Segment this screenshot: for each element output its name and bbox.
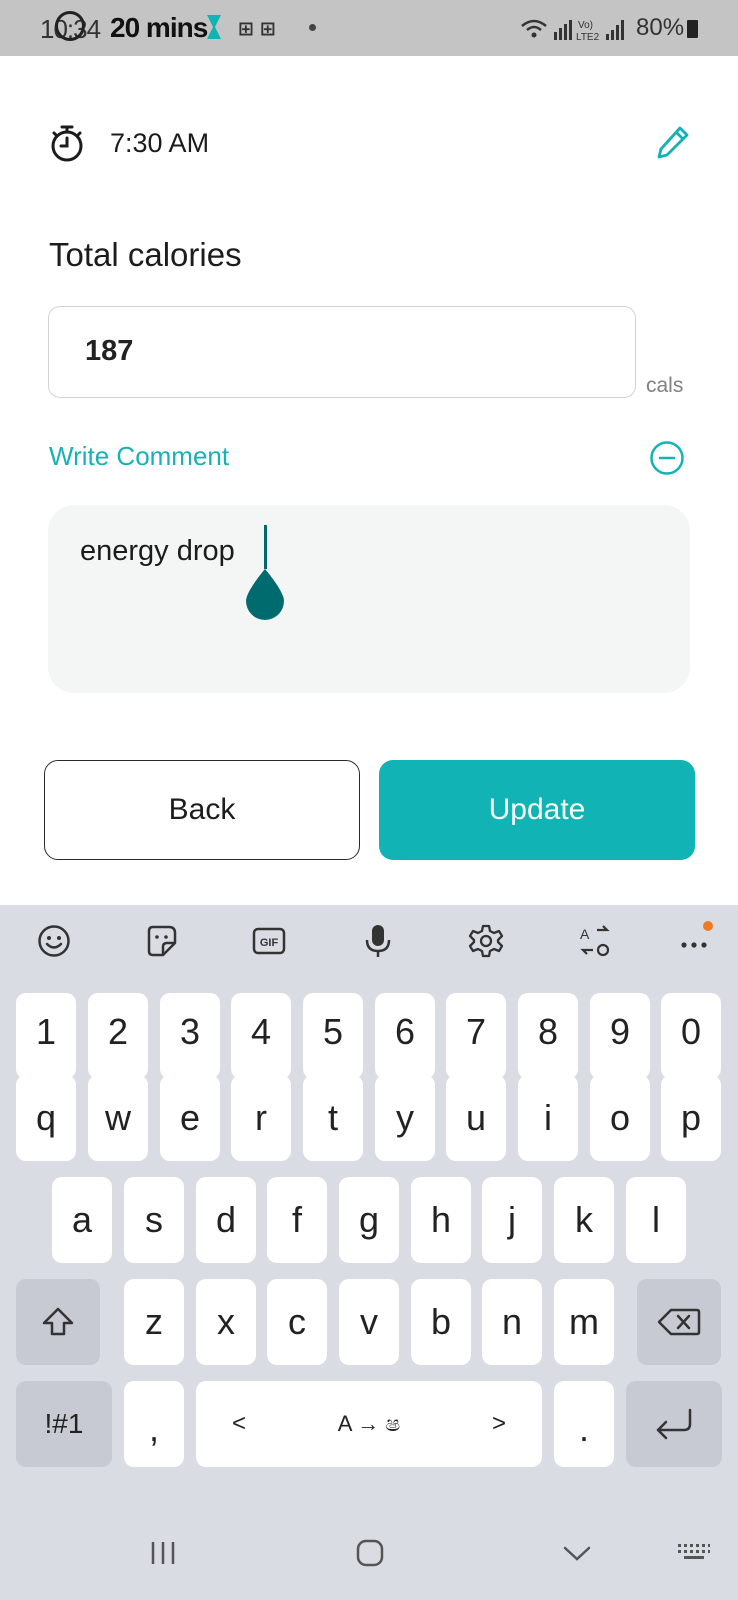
cursor-handle-icon[interactable]	[244, 565, 286, 621]
backspace-key[interactable]	[637, 1279, 721, 1365]
svg-text:Vo): Vo)	[578, 20, 593, 31]
recent-apps-icon[interactable]	[148, 1538, 178, 1568]
home-icon[interactable]	[355, 1538, 385, 1568]
key-2[interactable]: 2	[88, 993, 148, 1079]
key-5[interactable]: 5	[303, 993, 363, 1079]
total-calories-title: Total calories	[49, 236, 242, 273]
key-a[interactable]: a	[52, 1177, 112, 1263]
battery-percent: 80%	[636, 14, 685, 41]
calories-input[interactable]: 187	[48, 306, 636, 398]
period-key[interactable]: .	[554, 1381, 614, 1467]
key-b[interactable]: b	[411, 1279, 471, 1365]
key-o[interactable]: o	[590, 1075, 650, 1161]
key-3[interactable]: 3	[160, 993, 220, 1079]
space-language-label: A → ෂ	[337, 1411, 401, 1436]
navigation-bar	[0, 1508, 738, 1600]
status-promo-text: 20 mins	[110, 12, 208, 43]
key-q[interactable]: q	[16, 1075, 76, 1161]
key-c[interactable]: c	[267, 1279, 327, 1365]
svg-text:GIF: GIF	[260, 937, 279, 949]
key-x[interactable]: x	[196, 1279, 256, 1365]
write-comment-label[interactable]: Write Comment	[49, 441, 229, 472]
calories-value: 187	[85, 335, 134, 367]
comment-textarea[interactable]: energy drop	[48, 505, 690, 693]
key-t[interactable]: t	[303, 1075, 363, 1161]
key-i[interactable]: i	[518, 1075, 578, 1161]
back-button[interactable]: Back	[44, 760, 360, 860]
key-g[interactable]: g	[339, 1177, 399, 1263]
status-bar: 10:34 20 mins ⊞⊞ Vo) LTE2 80%	[0, 0, 738, 56]
shift-icon	[42, 1307, 74, 1336]
notification-dot	[703, 921, 713, 931]
key-f[interactable]: f	[267, 1177, 327, 1263]
hourglass-icon	[207, 15, 221, 39]
timer-status-icon	[55, 11, 85, 41]
svg-text:LTE2: LTE2	[576, 32, 600, 42]
notification-dot-icon	[309, 24, 316, 31]
keyboard: GIF A 1 2 3 4 5 6 7 8 9 0 q w e r t y u …	[0, 905, 738, 1600]
key-z[interactable]: z	[124, 1279, 184, 1365]
gif-icon[interactable]: GIF	[251, 923, 287, 959]
space-key[interactable]: < A → ෂ >	[196, 1381, 542, 1467]
key-r[interactable]: r	[231, 1075, 291, 1161]
symbols-key[interactable]: !#1	[16, 1381, 112, 1467]
shift-key[interactable]	[16, 1279, 100, 1365]
collapse-minus-icon[interactable]	[649, 440, 685, 476]
pencil-edit-icon[interactable]	[656, 124, 690, 160]
battery-icon	[687, 20, 698, 38]
key-0[interactable]: 0	[661, 993, 721, 1079]
back-chevron-icon[interactable]	[562, 1538, 592, 1568]
key-p[interactable]: p	[661, 1075, 721, 1161]
enter-icon	[656, 1408, 692, 1440]
key-9[interactable]: 9	[590, 993, 650, 1079]
svg-text:A: A	[580, 926, 590, 942]
meal-time-text: 7:30 AM	[110, 128, 210, 158]
key-s[interactable]: s	[124, 1177, 184, 1263]
settings-icon[interactable]	[468, 923, 504, 959]
mic-icon[interactable]	[360, 923, 396, 959]
update-button[interactable]: Update	[379, 760, 695, 860]
keyboard-toolbar: GIF A	[0, 905, 738, 977]
calories-unit-label: cals	[646, 374, 684, 397]
comma-key[interactable]: ,	[124, 1381, 184, 1467]
key-l[interactable]: l	[626, 1177, 686, 1263]
key-n[interactable]: n	[482, 1279, 542, 1365]
backspace-icon	[657, 1308, 701, 1336]
key-e[interactable]: e	[160, 1075, 220, 1161]
text-cursor	[264, 525, 267, 569]
key-j[interactable]: j	[482, 1177, 542, 1263]
key-8[interactable]: 8	[518, 993, 578, 1079]
key-6[interactable]: 6	[375, 993, 435, 1079]
key-7[interactable]: 7	[446, 993, 506, 1079]
key-u[interactable]: u	[446, 1075, 506, 1161]
key-k[interactable]: k	[554, 1177, 614, 1263]
translate-icon[interactable]: A	[577, 923, 613, 959]
enter-key[interactable]	[626, 1381, 722, 1467]
key-1[interactable]: 1	[16, 993, 76, 1079]
stopwatch-icon	[51, 125, 83, 162]
key-d[interactable]: d	[196, 1177, 256, 1263]
key-v[interactable]: v	[339, 1279, 399, 1365]
cursor-right-label: >	[491, 1410, 506, 1437]
meal-time-row: 7:30 AM	[50, 124, 690, 164]
key-h[interactable]: h	[411, 1177, 471, 1263]
comment-text: energy drop	[80, 535, 235, 567]
key-w[interactable]: w	[88, 1075, 148, 1161]
key-y[interactable]: y	[375, 1075, 435, 1161]
notification-icons: ⊞⊞	[238, 19, 282, 40]
sticker-icon[interactable]	[143, 923, 179, 959]
emoji-icon[interactable]	[36, 923, 72, 959]
key-m[interactable]: m	[554, 1279, 614, 1365]
key-4[interactable]: 4	[231, 993, 291, 1079]
keyboard-hide-icon[interactable]	[676, 1538, 712, 1568]
